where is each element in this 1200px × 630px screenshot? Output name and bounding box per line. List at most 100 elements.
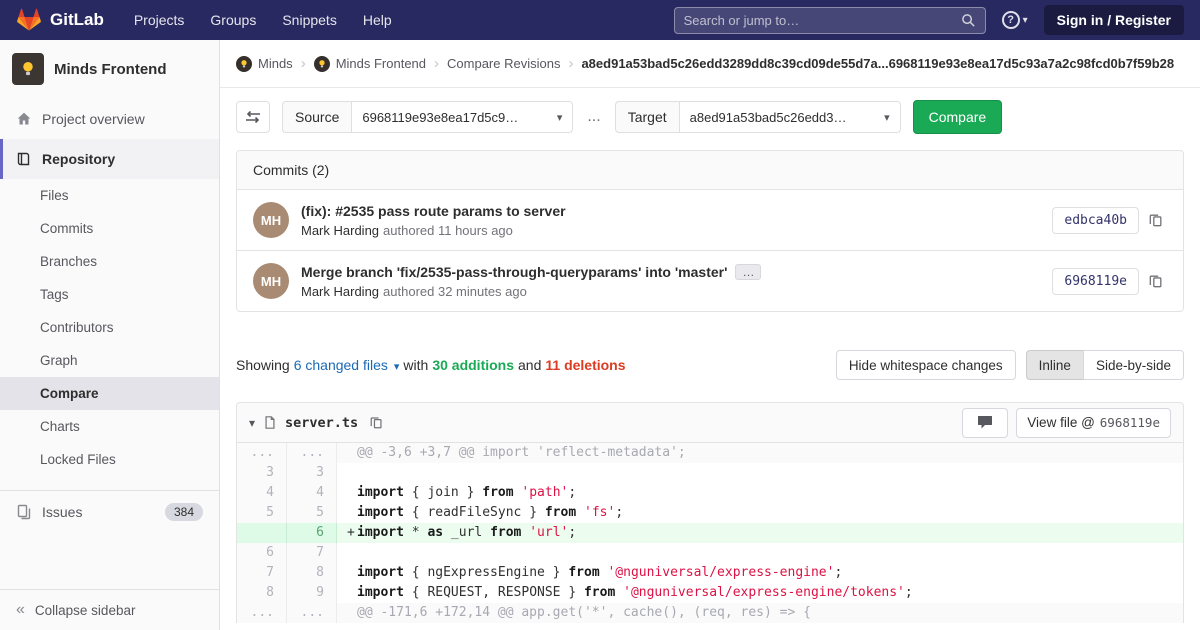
new-line-number[interactable]: 6 [287, 523, 337, 543]
changed-files-dropdown[interactable]: 6 changed files▾ [294, 357, 404, 373]
new-line-number[interactable]: 3 [287, 463, 337, 483]
code-line: +import * as _url from 'url'; [337, 523, 1183, 543]
commit-message-link[interactable]: Merge branch 'fix/2535-pass-through-quer… [301, 264, 727, 280]
nav-snippets[interactable]: Snippets [282, 12, 336, 28]
sidebar-item-files[interactable]: Files [0, 179, 219, 212]
sidebar-item-tags[interactable]: Tags [0, 278, 219, 311]
sidebar-item-label: Repository [42, 151, 115, 167]
copy-icon [1149, 274, 1163, 288]
new-line-number[interactable]: ... [287, 603, 337, 623]
diff-table: ......@@ -3,6 +3,7 @@ import 'reflect-me… [237, 443, 1183, 623]
search-box[interactable] [674, 7, 986, 34]
collapse-sidebar-button[interactable]: « Collapse sidebar [0, 589, 219, 630]
diff-stats-bar: Showing6 changed files▾with30 additionsa… [236, 350, 1184, 380]
commit-author-link[interactable]: Mark Harding [301, 284, 379, 299]
new-line-number[interactable]: 9 [287, 583, 337, 603]
diff-line-context: 89import { REQUEST, RESPONSE } from '@ng… [237, 583, 1183, 603]
old-line-number[interactable]: 6 [237, 543, 287, 563]
target-branch-dropdown[interactable]: a8ed91a53bad5c26edd3… ▾ [679, 101, 901, 133]
top-navbar: GitLab Projects Groups Snippets Help ? ▾… [0, 0, 1200, 40]
sidebar-item-locked-files[interactable]: Locked Files [0, 443, 219, 476]
inline-view-button[interactable]: Inline [1026, 350, 1083, 380]
breadcrumb-current: a8ed91a53bad5c26edd3289dd8c39cd09de55d7a… [581, 56, 1174, 71]
diff-file-name: server.ts [285, 415, 358, 431]
breadcrumb-section-link[interactable]: Compare Revisions [447, 56, 560, 71]
sidebar-item-project-overview[interactable]: Project overview [0, 99, 219, 139]
question-icon: ? [1002, 11, 1020, 29]
copy-sha-button[interactable] [1145, 270, 1167, 292]
gitlab-tanuki-icon [16, 8, 42, 32]
issues-count-badge: 384 [165, 503, 203, 521]
copy-icon [370, 416, 383, 429]
collapse-sidebar-label: Collapse sidebar [35, 603, 136, 618]
primary-nav: Projects Groups Snippets Help [134, 12, 392, 28]
nav-projects[interactable]: Projects [134, 12, 185, 28]
diff-line-context: 55import { readFileSync } from 'fs'; [237, 503, 1183, 523]
new-line-number[interactable]: 7 [287, 543, 337, 563]
sidebar-item-contributors[interactable]: Contributors [0, 311, 219, 344]
sidebar-item-commits[interactable]: Commits [0, 212, 219, 245]
old-line-number[interactable]: ... [237, 603, 287, 623]
commit-authored-time: authored 11 hours ago [383, 223, 513, 238]
old-line-number[interactable]: ... [237, 443, 287, 463]
view-file-button[interactable]: View file @ 6968119e [1016, 408, 1171, 438]
collapse-diff-icon[interactable]: ▾ [249, 416, 255, 430]
old-line-number[interactable]: 3 [237, 463, 287, 483]
commit-author-avatar[interactable]: MH [253, 263, 289, 299]
diff-line-context: 78import { ngExpressEngine } from '@ngun… [237, 563, 1183, 583]
new-line-number[interactable]: ... [287, 443, 337, 463]
copy-file-path-button[interactable] [366, 412, 387, 433]
showing-label: Showing [236, 357, 290, 373]
old-line-number[interactable]: 4 [237, 483, 287, 503]
commit-sha-link[interactable]: 6968119e [1052, 268, 1139, 295]
commit-author-link[interactable]: Mark Harding [301, 223, 379, 238]
project-header[interactable]: Minds Frontend [0, 40, 219, 99]
hide-whitespace-button[interactable]: Hide whitespace changes [836, 350, 1016, 380]
diff-line-match: ......@@ -3,6 +3,7 @@ import 'reflect-me… [237, 443, 1183, 463]
copy-sha-button[interactable] [1145, 209, 1167, 231]
chevron-down-icon: ▾ [884, 111, 890, 124]
nav-groups[interactable]: Groups [210, 12, 256, 28]
sidebar-item-charts[interactable]: Charts [0, 410, 219, 443]
commit-author-avatar[interactable]: MH [253, 202, 289, 238]
sidebar-item-label: Project overview [42, 111, 145, 127]
side-by-side-view-button[interactable]: Side-by-side [1083, 350, 1184, 380]
sidebar-item-issues[interactable]: Issues 384 [0, 490, 219, 533]
sidebar-item-branches[interactable]: Branches [0, 245, 219, 278]
old-line-number[interactable]: 5 [237, 503, 287, 523]
code-line: import { readFileSync } from 'fs'; [337, 503, 1183, 523]
source-branch-value: 6968119e93e8ea17d5c9… [362, 110, 518, 125]
sidebar-item-compare[interactable]: Compare [0, 377, 219, 410]
sidebar-item-graph[interactable]: Graph [0, 344, 219, 377]
toggle-comments-button[interactable] [962, 408, 1008, 438]
help-menu[interactable]: ? ▾ [1002, 11, 1028, 29]
swap-revisions-button[interactable] [236, 101, 270, 133]
old-line-number[interactable]: 7 [237, 563, 287, 583]
old-line-number[interactable] [237, 523, 287, 543]
signin-button[interactable]: Sign in / Register [1044, 5, 1184, 35]
old-line-number[interactable]: 8 [237, 583, 287, 603]
copy-icon [1149, 213, 1163, 227]
diff-line-context: 44import { join } from 'path'; [237, 483, 1183, 503]
diff-line-context: 33 [237, 463, 1183, 483]
target-branch-value: a8ed91a53bad5c26edd3… [690, 110, 847, 125]
breadcrumb-project-link[interactable]: Minds Frontend [314, 56, 426, 72]
new-line-number[interactable]: 5 [287, 503, 337, 523]
compare-button[interactable]: Compare [913, 100, 1003, 134]
new-line-number[interactable]: 4 [287, 483, 337, 503]
diff-view-toggle: Inline Side-by-side [1026, 350, 1184, 380]
commit-description-expander[interactable]: … [735, 264, 761, 280]
nav-help[interactable]: Help [363, 12, 392, 28]
breadcrumb-group-link[interactable]: Minds [236, 56, 293, 72]
diff-line-added: 6+import * as _url from 'url'; [237, 523, 1183, 543]
commit-sha-link[interactable]: edbca40b [1052, 207, 1139, 234]
gitlab-home-link[interactable]: GitLab [16, 8, 104, 32]
breadcrumb-separator: › [434, 55, 439, 72]
source-branch-dropdown[interactable]: 6968119e93e8ea17d5c9… ▾ [351, 101, 573, 133]
sidebar-item-repository[interactable]: Repository [0, 139, 219, 179]
lightbulb-icon [19, 60, 37, 78]
commit-message-link[interactable]: (fix): #2535 pass route params to server [301, 203, 566, 219]
search-input[interactable] [684, 13, 961, 28]
commit-authored-time: authored 32 minutes ago [383, 284, 527, 299]
new-line-number[interactable]: 8 [287, 563, 337, 583]
